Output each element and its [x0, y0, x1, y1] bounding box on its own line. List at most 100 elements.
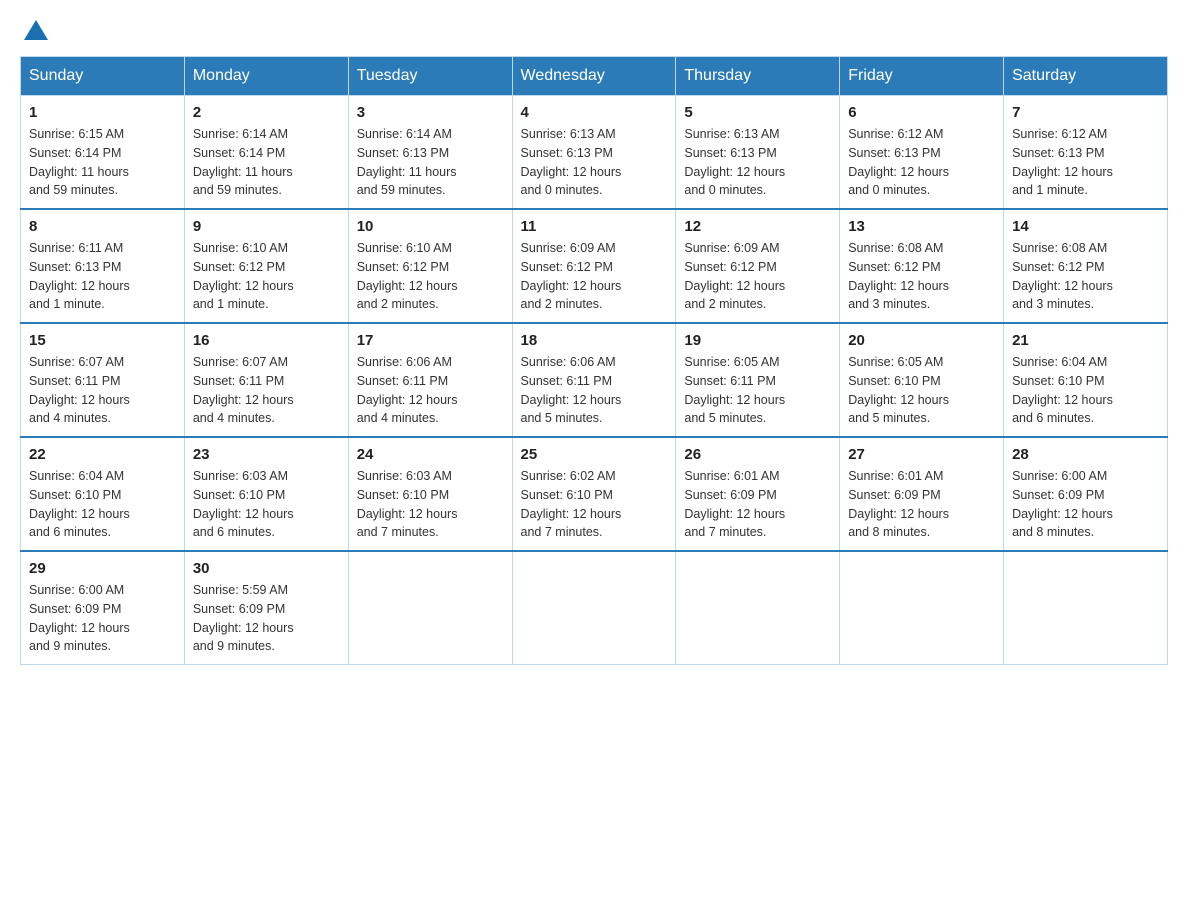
day-number: 11	[521, 218, 668, 235]
day-info: Sunrise: 6:06 AMSunset: 6:11 PMDaylight:…	[521, 353, 668, 428]
day-number: 4	[521, 104, 668, 121]
day-info: Sunrise: 6:04 AMSunset: 6:10 PMDaylight:…	[29, 467, 176, 542]
day-cell: 2 Sunrise: 6:14 AMSunset: 6:14 PMDayligh…	[184, 96, 348, 210]
day-number: 6	[848, 104, 995, 121]
day-cell: 16 Sunrise: 6:07 AMSunset: 6:11 PMDaylig…	[184, 323, 348, 437]
day-number: 19	[684, 332, 831, 349]
day-number: 23	[193, 446, 340, 463]
day-cell: 13 Sunrise: 6:08 AMSunset: 6:12 PMDaylig…	[840, 209, 1004, 323]
day-number: 13	[848, 218, 995, 235]
weekday-header-monday: Monday	[184, 57, 348, 96]
day-cell: 23 Sunrise: 6:03 AMSunset: 6:10 PMDaylig…	[184, 437, 348, 551]
day-cell: 28 Sunrise: 6:00 AMSunset: 6:09 PMDaylig…	[1004, 437, 1168, 551]
day-info: Sunrise: 6:14 AMSunset: 6:14 PMDaylight:…	[193, 125, 340, 200]
week-row-1: 1 Sunrise: 6:15 AMSunset: 6:14 PMDayligh…	[21, 96, 1168, 210]
calendar-table: SundayMondayTuesdayWednesdayThursdayFrid…	[20, 56, 1168, 665]
weekday-header-friday: Friday	[840, 57, 1004, 96]
day-cell	[512, 551, 676, 665]
day-cell: 25 Sunrise: 6:02 AMSunset: 6:10 PMDaylig…	[512, 437, 676, 551]
day-number: 2	[193, 104, 340, 121]
day-number: 12	[684, 218, 831, 235]
day-info: Sunrise: 6:00 AMSunset: 6:09 PMDaylight:…	[29, 581, 176, 656]
week-row-5: 29 Sunrise: 6:00 AMSunset: 6:09 PMDaylig…	[21, 551, 1168, 665]
day-number: 9	[193, 218, 340, 235]
day-info: Sunrise: 6:08 AMSunset: 6:12 PMDaylight:…	[848, 239, 995, 314]
day-info: Sunrise: 6:09 AMSunset: 6:12 PMDaylight:…	[521, 239, 668, 314]
day-number: 5	[684, 104, 831, 121]
day-info: Sunrise: 6:10 AMSunset: 6:12 PMDaylight:…	[357, 239, 504, 314]
day-cell: 1 Sunrise: 6:15 AMSunset: 6:14 PMDayligh…	[21, 96, 185, 210]
day-number: 27	[848, 446, 995, 463]
day-cell	[840, 551, 1004, 665]
week-row-4: 22 Sunrise: 6:04 AMSunset: 6:10 PMDaylig…	[21, 437, 1168, 551]
day-number: 29	[29, 560, 176, 577]
day-number: 3	[357, 104, 504, 121]
day-info: Sunrise: 6:15 AMSunset: 6:14 PMDaylight:…	[29, 125, 176, 200]
day-info: Sunrise: 6:00 AMSunset: 6:09 PMDaylight:…	[1012, 467, 1159, 542]
day-info: Sunrise: 6:05 AMSunset: 6:11 PMDaylight:…	[684, 353, 831, 428]
day-cell: 14 Sunrise: 6:08 AMSunset: 6:12 PMDaylig…	[1004, 209, 1168, 323]
weekday-header-row: SundayMondayTuesdayWednesdayThursdayFrid…	[21, 57, 1168, 96]
day-number: 30	[193, 560, 340, 577]
day-cell: 3 Sunrise: 6:14 AMSunset: 6:13 PMDayligh…	[348, 96, 512, 210]
weekday-header-wednesday: Wednesday	[512, 57, 676, 96]
day-info: Sunrise: 6:07 AMSunset: 6:11 PMDaylight:…	[193, 353, 340, 428]
day-info: Sunrise: 6:10 AMSunset: 6:12 PMDaylight:…	[193, 239, 340, 314]
day-cell	[1004, 551, 1168, 665]
day-cell: 8 Sunrise: 6:11 AMSunset: 6:13 PMDayligh…	[21, 209, 185, 323]
day-number: 15	[29, 332, 176, 349]
day-info: Sunrise: 6:05 AMSunset: 6:10 PMDaylight:…	[848, 353, 995, 428]
weekday-header-sunday: Sunday	[21, 57, 185, 96]
day-cell: 11 Sunrise: 6:09 AMSunset: 6:12 PMDaylig…	[512, 209, 676, 323]
day-number: 22	[29, 446, 176, 463]
weekday-header-thursday: Thursday	[676, 57, 840, 96]
day-cell: 24 Sunrise: 6:03 AMSunset: 6:10 PMDaylig…	[348, 437, 512, 551]
day-info: Sunrise: 6:03 AMSunset: 6:10 PMDaylight:…	[193, 467, 340, 542]
day-info: Sunrise: 6:11 AMSunset: 6:13 PMDaylight:…	[29, 239, 176, 314]
day-cell: 12 Sunrise: 6:09 AMSunset: 6:12 PMDaylig…	[676, 209, 840, 323]
day-number: 14	[1012, 218, 1159, 235]
day-number: 24	[357, 446, 504, 463]
day-number: 21	[1012, 332, 1159, 349]
week-row-3: 15 Sunrise: 6:07 AMSunset: 6:11 PMDaylig…	[21, 323, 1168, 437]
day-number: 26	[684, 446, 831, 463]
day-number: 16	[193, 332, 340, 349]
day-info: Sunrise: 6:02 AMSunset: 6:10 PMDaylight:…	[521, 467, 668, 542]
day-info: Sunrise: 6:08 AMSunset: 6:12 PMDaylight:…	[1012, 239, 1159, 314]
day-cell	[676, 551, 840, 665]
day-cell: 9 Sunrise: 6:10 AMSunset: 6:12 PMDayligh…	[184, 209, 348, 323]
day-number: 20	[848, 332, 995, 349]
day-info: Sunrise: 6:06 AMSunset: 6:11 PMDaylight:…	[357, 353, 504, 428]
day-number: 17	[357, 332, 504, 349]
day-cell: 21 Sunrise: 6:04 AMSunset: 6:10 PMDaylig…	[1004, 323, 1168, 437]
page-header	[20, 20, 1168, 36]
day-number: 1	[29, 104, 176, 121]
day-cell: 18 Sunrise: 6:06 AMSunset: 6:11 PMDaylig…	[512, 323, 676, 437]
day-info: Sunrise: 6:13 AMSunset: 6:13 PMDaylight:…	[521, 125, 668, 200]
day-info: Sunrise: 6:14 AMSunset: 6:13 PMDaylight:…	[357, 125, 504, 200]
day-number: 18	[521, 332, 668, 349]
logo	[20, 20, 48, 36]
day-cell: 29 Sunrise: 6:00 AMSunset: 6:09 PMDaylig…	[21, 551, 185, 665]
day-info: Sunrise: 6:13 AMSunset: 6:13 PMDaylight:…	[684, 125, 831, 200]
day-cell: 4 Sunrise: 6:13 AMSunset: 6:13 PMDayligh…	[512, 96, 676, 210]
day-info: Sunrise: 6:12 AMSunset: 6:13 PMDaylight:…	[848, 125, 995, 200]
day-cell: 27 Sunrise: 6:01 AMSunset: 6:09 PMDaylig…	[840, 437, 1004, 551]
day-cell: 7 Sunrise: 6:12 AMSunset: 6:13 PMDayligh…	[1004, 96, 1168, 210]
day-cell: 10 Sunrise: 6:10 AMSunset: 6:12 PMDaylig…	[348, 209, 512, 323]
day-cell: 5 Sunrise: 6:13 AMSunset: 6:13 PMDayligh…	[676, 96, 840, 210]
day-number: 25	[521, 446, 668, 463]
day-info: Sunrise: 6:01 AMSunset: 6:09 PMDaylight:…	[684, 467, 831, 542]
day-number: 7	[1012, 104, 1159, 121]
logo-icon	[24, 20, 48, 40]
week-row-2: 8 Sunrise: 6:11 AMSunset: 6:13 PMDayligh…	[21, 209, 1168, 323]
day-cell: 17 Sunrise: 6:06 AMSunset: 6:11 PMDaylig…	[348, 323, 512, 437]
day-cell: 26 Sunrise: 6:01 AMSunset: 6:09 PMDaylig…	[676, 437, 840, 551]
day-info: Sunrise: 5:59 AMSunset: 6:09 PMDaylight:…	[193, 581, 340, 656]
day-number: 28	[1012, 446, 1159, 463]
weekday-header-saturday: Saturday	[1004, 57, 1168, 96]
weekday-header-tuesday: Tuesday	[348, 57, 512, 96]
day-info: Sunrise: 6:12 AMSunset: 6:13 PMDaylight:…	[1012, 125, 1159, 200]
day-cell: 30 Sunrise: 5:59 AMSunset: 6:09 PMDaylig…	[184, 551, 348, 665]
day-cell: 19 Sunrise: 6:05 AMSunset: 6:11 PMDaylig…	[676, 323, 840, 437]
